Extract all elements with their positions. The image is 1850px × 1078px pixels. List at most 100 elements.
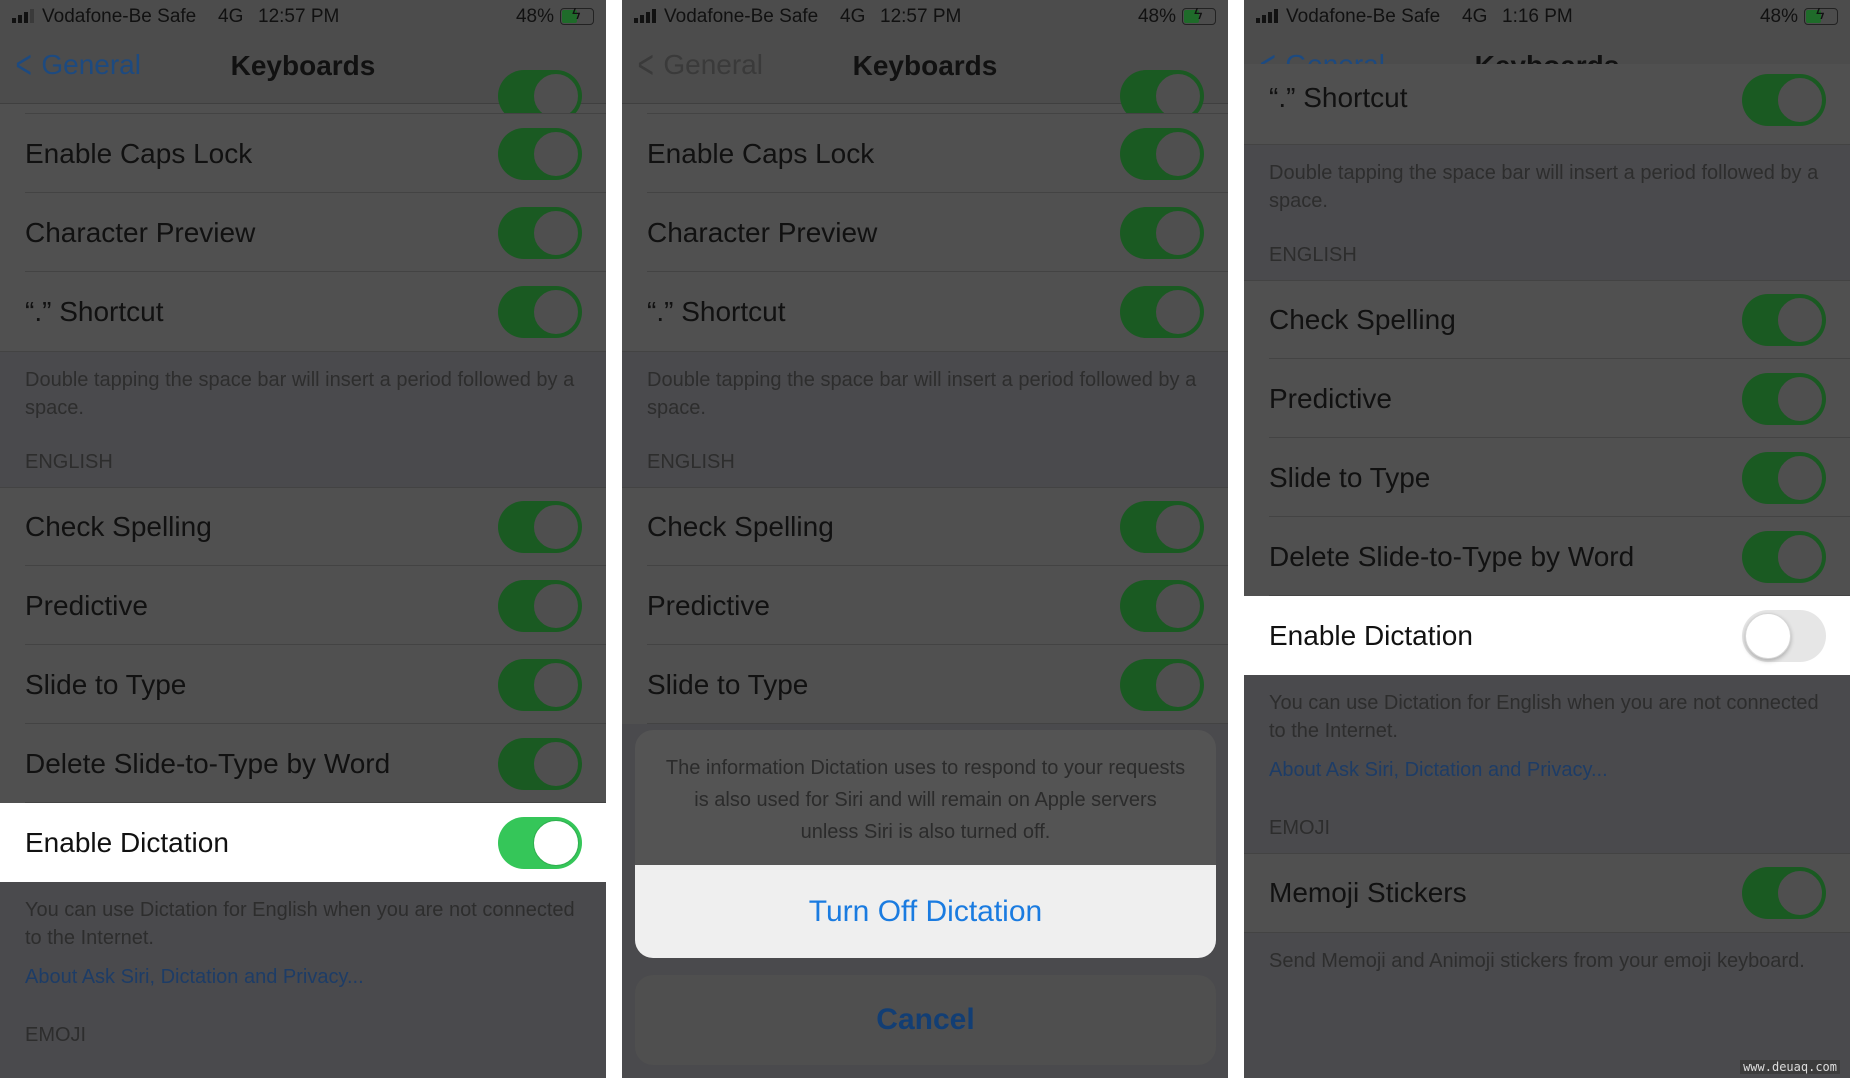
character-preview-toggle[interactable] [1120, 206, 1204, 259]
battery-percent: 48% [1137, 6, 1176, 27]
section-header-english: ENGLISH [1269, 244, 1357, 266]
settings-row-character-preview: Character Preview [622, 193, 1228, 272]
row-label: Slide to Type [647, 668, 809, 700]
check-spelling-toggle[interactable] [498, 501, 582, 553]
settings-row-predictive: Predictive [0, 566, 606, 645]
slide-to-type-toggle[interactable] [1742, 451, 1826, 504]
battery-percent: 48% [515, 6, 554, 27]
row-label: Slide to Type [1269, 461, 1431, 493]
row-label: Enable Caps Lock [647, 137, 875, 169]
settings-row-check-spelling: Check Spelling [1244, 280, 1850, 359]
settings-row-delete-slide: Delete Slide-to-Type by Word [1244, 517, 1850, 596]
shortcut-toggle[interactable] [1742, 74, 1826, 126]
network-type: 4G [218, 6, 244, 27]
screenshot-panel-1: Vodafone-Be Safe 4G 12:57 PM 48% ϟ < Gen… [0, 0, 606, 1078]
settings-row-slide-to-type: Slide to Type [0, 645, 606, 724]
row-label: “.” Shortcut [1269, 82, 1408, 113]
row-label: “.” Shortcut [647, 295, 786, 327]
battery-percent: 48% [1759, 6, 1798, 27]
row-label: Memoji Stickers [1269, 877, 1467, 908]
enable-dictation-toggle[interactable] [1742, 609, 1826, 662]
section-header-emoji: EMOJI [25, 1024, 87, 1046]
row-label: Enable Dictation [25, 826, 229, 858]
settings-row-partial [0, 70, 606, 122]
watermark: www.deuaq.com [1740, 1060, 1840, 1074]
delete-slide-toggle[interactable] [1742, 530, 1826, 583]
delete-slide-toggle[interactable] [498, 737, 582, 790]
signal-icon [634, 9, 656, 23]
check-spelling-toggle[interactable] [1120, 501, 1204, 553]
row-label: Slide to Type [25, 668, 187, 700]
clock: 12:57 PM [880, 6, 962, 27]
settings-row-delete-slide: Delete Slide-to-Type by Word [0, 724, 606, 803]
status-bar: Vodafone-Be Safe 4G 12:57 PM 48% ϟ [622, 0, 1228, 34]
shortcut-footer: Double tapping the space bar will insert… [0, 351, 606, 437]
shortcut-footer: Double tapping the space bar will insert… [622, 351, 1228, 437]
row-label: Character Preview [25, 216, 256, 248]
check-spelling-toggle[interactable] [1742, 294, 1826, 346]
battery-icon: ϟ [1182, 6, 1216, 25]
memoji-footer: Send Memoji and Animoji stickers from yo… [1244, 932, 1850, 975]
section-header-emoji: EMOJI [1269, 817, 1331, 839]
row-label: Check Spelling [25, 511, 212, 542]
settings-row-check-spelling: Check Spelling [0, 487, 606, 566]
settings-row-caps-lock: Enable Caps Lock [622, 114, 1228, 193]
action-sheet-message: The information Dictation uses to respon… [635, 730, 1216, 865]
shortcut-toggle[interactable] [498, 285, 582, 338]
row-label: Character Preview [647, 216, 878, 248]
network-type: 4G [1462, 6, 1488, 27]
shortcut-footer: Double tapping the space bar will insert… [1244, 144, 1850, 230]
slide-to-type-toggle[interactable] [498, 658, 582, 711]
caps-lock-toggle[interactable] [1120, 127, 1204, 180]
row-label: “.” Shortcut [25, 295, 164, 327]
section-header-english: ENGLISH [647, 451, 735, 473]
predictive-toggle[interactable] [498, 579, 582, 632]
slide-to-type-toggle[interactable] [1120, 658, 1204, 711]
carrier-name: Vodafone-Be Safe [42, 6, 197, 27]
settings-row-shortcut: “.” Shortcut [1244, 64, 1850, 144]
clock: 1:16 PM [1502, 6, 1573, 27]
signal-icon [12, 9, 34, 23]
settings-row-caps-lock: Enable Caps Lock [0, 114, 606, 193]
settings-row-shortcut: “.” Shortcut [0, 272, 606, 351]
battery-icon: ϟ [560, 6, 594, 25]
shortcut-toggle[interactable] [1120, 285, 1204, 338]
status-bar: Vodafone-Be Safe 4G 1:16 PM 48% ϟ [1244, 0, 1850, 34]
predictive-toggle[interactable] [1742, 372, 1826, 425]
section-header-english: ENGLISH [25, 451, 113, 473]
settings-row-slide-to-type: Slide to Type [1244, 438, 1850, 517]
caps-lock-toggle[interactable] [498, 127, 582, 180]
settings-row-predictive: Predictive [622, 566, 1228, 645]
siri-privacy-link[interactable]: About Ask Siri, Dictation and Privacy... [0, 954, 606, 1010]
row-label: Check Spelling [647, 511, 834, 542]
settings-row-partial [622, 70, 1228, 122]
carrier-name: Vodafone-Be Safe [664, 6, 819, 27]
dictation-footer: You can use Dictation for English when y… [25, 899, 575, 949]
row-label: Predictive [25, 589, 148, 621]
enable-dictation-toggle[interactable] [498, 816, 582, 869]
cancel-button[interactable]: Cancel [635, 975, 1216, 1065]
settings-row-predictive: Predictive [1244, 359, 1850, 438]
settings-row-enable-dictation: Enable Dictation [1244, 596, 1850, 675]
character-preview-toggle[interactable] [498, 206, 582, 259]
network-type: 4G [840, 6, 866, 27]
row-label: Delete Slide-to-Type by Word [25, 747, 391, 779]
predictive-toggle[interactable] [1120, 579, 1204, 632]
row-label: Delete Slide-to-Type by Word [1269, 540, 1635, 572]
screenshot-panel-3: Vodafone-Be Safe 4G 1:16 PM 48% ϟ < Gene… [1244, 0, 1850, 1078]
turn-off-dictation-button[interactable]: Turn Off Dictation [635, 865, 1216, 958]
carrier-name: Vodafone-Be Safe [1286, 6, 1441, 27]
siri-privacy-link[interactable]: About Ask Siri, Dictation and Privacy... [1244, 747, 1850, 803]
settings-row-enable-dictation: Enable Dictation [0, 803, 606, 882]
memoji-stickers-toggle[interactable] [1742, 867, 1826, 919]
row-label: Enable Caps Lock [25, 137, 253, 169]
settings-row-check-spelling: Check Spelling [622, 487, 1228, 566]
signal-icon [1256, 9, 1278, 23]
status-bar: Vodafone-Be Safe 4G 12:57 PM 48% ϟ [0, 0, 606, 34]
battery-icon: ϟ [1804, 6, 1838, 25]
row-label: Check Spelling [1269, 304, 1456, 335]
clock: 12:57 PM [258, 6, 340, 27]
settings-row-slide-to-type: Slide to Type [622, 645, 1228, 724]
row-label: Enable Dictation [1269, 619, 1473, 651]
settings-row-shortcut: “.” Shortcut [622, 272, 1228, 351]
